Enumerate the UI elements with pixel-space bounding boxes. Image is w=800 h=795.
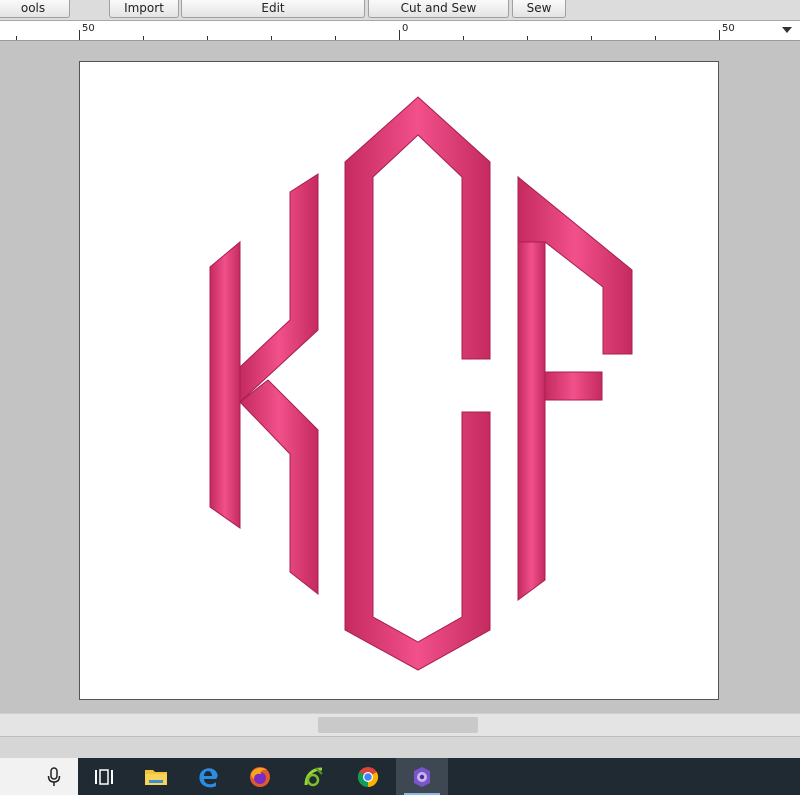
ruler-label-left: 50 — [82, 23, 95, 34]
ruler-tick — [207, 36, 208, 40]
embroidery-app-icon[interactable] — [288, 758, 340, 795]
ruler-tick — [719, 30, 720, 40]
horizontal-ruler: 50 0 50 — [0, 21, 800, 41]
windows-taskbar — [0, 758, 800, 795]
monogram-letter-c — [344, 96, 491, 671]
chrome-icon[interactable] — [342, 758, 394, 795]
status-strip — [0, 736, 800, 759]
ruler-dropdown-icon[interactable] — [782, 27, 792, 33]
microphone-icon[interactable] — [30, 758, 78, 795]
ruler-tick — [335, 36, 336, 40]
ruler-tick — [399, 30, 400, 40]
edge-browser-icon[interactable] — [182, 758, 234, 795]
firefox-icon[interactable] — [234, 758, 286, 795]
ruler-tick — [16, 36, 17, 40]
ruler-tick — [655, 36, 656, 40]
tab-sew[interactable]: Sew — [512, 0, 566, 18]
tab-cut-and-sew[interactable]: Cut and Sew — [368, 0, 509, 18]
task-view-icon[interactable] — [78, 758, 130, 795]
ruler-tick — [591, 36, 592, 40]
ruler-tick — [527, 36, 528, 40]
monogram-letter-k-stem — [209, 240, 241, 529]
tab-tools[interactable]: ools — [0, 0, 70, 18]
monogram-design[interactable] — [80, 62, 720, 702]
file-explorer-icon[interactable] — [130, 758, 182, 795]
tab-edit[interactable]: Edit — [181, 0, 365, 18]
ruler-label-right: 50 — [722, 23, 735, 34]
ruler-tick — [79, 30, 80, 40]
tab-import[interactable]: Import — [109, 0, 179, 18]
embroidery-hoop-canvas[interactable] — [79, 61, 719, 700]
scrollbar-thumb[interactable] — [318, 717, 478, 733]
ruler-tick — [463, 36, 464, 40]
monogram-letter-k-lower-leg — [239, 379, 319, 596]
monogram-letter-f-middle-bar — [544, 371, 603, 401]
horizontal-scrollbar[interactable] — [0, 713, 800, 736]
ruler-label-center: 0 — [402, 23, 409, 34]
monogram-letter-k-upper-arm — [239, 173, 319, 404]
ruler-tick — [143, 36, 144, 40]
ribbon-tab-bar: ools Import Edit Cut and Sew Sew — [0, 0, 800, 21]
active-embroidery-software-icon[interactable] — [396, 758, 448, 795]
ruler-tick — [271, 36, 272, 40]
